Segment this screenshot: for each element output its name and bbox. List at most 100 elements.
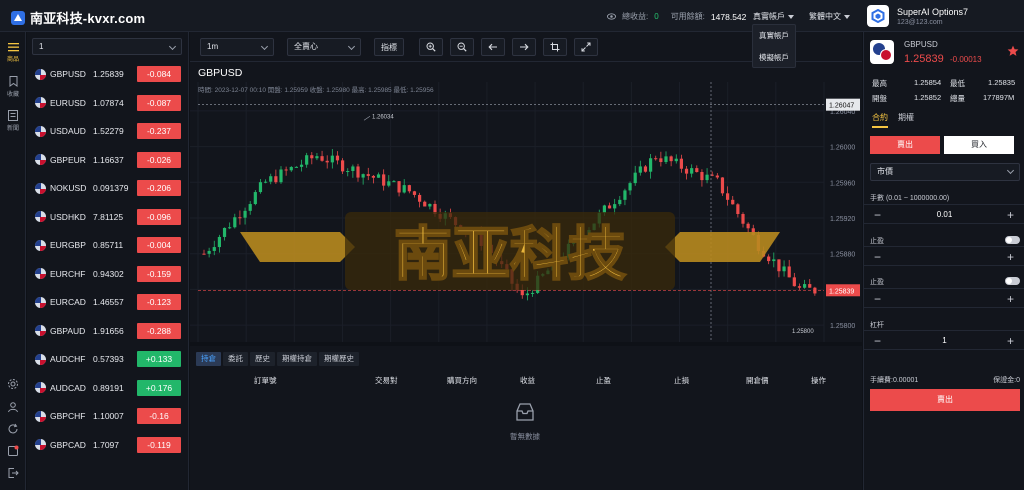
symbol-row[interactable]: EURUSD 1.07874 -0.087 bbox=[27, 91, 189, 115]
symbol-row[interactable]: USDHKD 7.81125 -0.096 bbox=[27, 205, 189, 229]
chart-mode-select[interactable]: 全賣心 bbox=[287, 38, 361, 56]
take-profit-stepper[interactable]: − + bbox=[864, 246, 1024, 266]
zoom-out-button[interactable] bbox=[450, 38, 474, 56]
chevron-down-icon bbox=[168, 42, 177, 51]
settings-icon[interactable] bbox=[7, 378, 19, 390]
symbol-row[interactable]: GBPEUR 1.16637 -0.026 bbox=[27, 148, 189, 172]
symbol-row[interactable]: EURCHF 0.94302 -0.159 bbox=[27, 262, 189, 286]
symbol-row[interactable]: GBPCAD 1.7097 -0.119 bbox=[27, 433, 189, 457]
symbol-price: 1.7097 bbox=[93, 439, 119, 450]
zoom-in-button[interactable] bbox=[419, 38, 443, 56]
symbol-row[interactable]: GBPUSD 1.25839 -0.084 bbox=[27, 62, 189, 86]
rail-item-news[interactable]: 新聞 bbox=[0, 110, 26, 132]
candle-body bbox=[654, 158, 658, 160]
y-tick-label: 1.26000 bbox=[830, 145, 855, 152]
language-menu[interactable]: 繁體中文 bbox=[809, 11, 850, 22]
candle-body bbox=[679, 158, 683, 169]
symbol-name: USDHKD bbox=[50, 211, 86, 222]
symbol-row[interactable]: AUDCHF 0.57393 +0.133 bbox=[27, 347, 189, 371]
symbol-row[interactable]: EURCAD 1.46557 -0.123 bbox=[27, 290, 189, 314]
candle-body bbox=[674, 158, 678, 162]
account-menu[interactable]: 真實帳戶 bbox=[753, 11, 794, 22]
left-rail: 商品 收藏 新聞 bbox=[0, 32, 26, 490]
tab-option-positions[interactable]: 期權持倉 bbox=[277, 352, 317, 366]
interval-select[interactable]: 1m bbox=[200, 38, 274, 56]
avatar bbox=[867, 5, 889, 27]
account-option-demo[interactable]: 模擬帳戶 bbox=[753, 47, 795, 69]
candle-body bbox=[289, 167, 293, 171]
interval-value: 1m bbox=[207, 42, 219, 51]
order-type-select[interactable]: 市價 bbox=[870, 163, 1020, 181]
indicator-button[interactable]: 指標 bbox=[374, 38, 404, 56]
plus-icon[interactable]: + bbox=[1007, 292, 1014, 306]
symbol-group-select[interactable]: 1 bbox=[32, 38, 182, 55]
candle-body bbox=[628, 183, 632, 191]
symbol-name: EURUSD bbox=[50, 97, 86, 108]
eye-icon[interactable] bbox=[607, 12, 616, 21]
symbol-name: GBPEUR bbox=[50, 154, 86, 165]
symbol-price: 0.091379 bbox=[93, 183, 129, 193]
symbol-row[interactable]: GBPCHF 1.10007 -0.16 bbox=[27, 404, 189, 428]
symbol-row[interactable]: AUDCAD 0.89191 +0.176 bbox=[27, 376, 189, 400]
plus-icon[interactable]: + bbox=[1007, 208, 1014, 222]
plus-icon[interactable]: + bbox=[1007, 250, 1014, 264]
chevron-down-icon bbox=[347, 42, 356, 51]
user-profile[interactable]: SuperAI Options7 123@123.com bbox=[867, 5, 968, 27]
trade-panel: GBPUSD 1.25839 -0.00013 最高 1.25854 最低 1.… bbox=[863, 32, 1024, 490]
rail-item-favorites[interactable]: 收藏 bbox=[0, 76, 26, 98]
candle-body bbox=[418, 194, 422, 202]
symbol-change-badge: -0.159 bbox=[137, 265, 181, 282]
logout-icon[interactable] bbox=[7, 467, 19, 479]
user-icon[interactable] bbox=[7, 401, 19, 413]
take-profit-label: 止盈 bbox=[870, 238, 884, 245]
column-header: 止損 bbox=[674, 376, 689, 385]
tab-pending[interactable]: 委託 bbox=[223, 352, 248, 366]
sell-side-button[interactable]: 賣出 bbox=[870, 136, 940, 154]
tab-option-history[interactable]: 期權歷史 bbox=[319, 352, 359, 366]
symbol-row[interactable]: USDAUD 1.52279 -0.237 bbox=[27, 119, 189, 143]
candle-body bbox=[356, 166, 360, 178]
tab-contract[interactable]: 合約 bbox=[872, 112, 888, 128]
logo[interactable]: 南亚科技-kvxr.com bbox=[10, 8, 145, 27]
stop-loss-stepper[interactable]: − + bbox=[864, 288, 1024, 308]
candle-body bbox=[264, 181, 268, 183]
candlestick-chart[interactable]: 1.260401.260001.259601.259201.258801.258… bbox=[190, 62, 862, 342]
tab-history[interactable]: 歷史 bbox=[250, 352, 275, 366]
account-option-real[interactable]: 真實帳戶 bbox=[753, 25, 795, 47]
candle-body bbox=[382, 174, 386, 186]
take-profit-toggle[interactable] bbox=[1005, 236, 1020, 244]
lots-stepper[interactable]: − 0.01 + bbox=[864, 204, 1024, 224]
candle-body bbox=[315, 156, 319, 159]
currency-flag-icon bbox=[35, 68, 46, 80]
candle-body bbox=[351, 166, 355, 171]
symbol-row[interactable]: GBPAUD 1.91656 -0.288 bbox=[27, 319, 189, 343]
rail-label: 商品 bbox=[6, 57, 19, 63]
submit-sell-button[interactable]: 賣出 bbox=[870, 389, 1020, 411]
account-menu-label: 真實帳戶 bbox=[753, 12, 785, 21]
refresh-icon[interactable] bbox=[7, 423, 19, 435]
buy-side-button[interactable]: 買入 bbox=[944, 136, 1014, 154]
symbol-change-badge: -0.096 bbox=[137, 208, 181, 225]
favorite-star-icon[interactable] bbox=[1007, 45, 1019, 57]
tab-positions[interactable]: 持倉 bbox=[196, 352, 221, 366]
crop-button[interactable] bbox=[543, 38, 567, 56]
fullscreen-button[interactable] bbox=[574, 38, 598, 56]
column-header: 止盈 bbox=[596, 376, 611, 385]
stop-loss-toggle[interactable] bbox=[1005, 277, 1020, 285]
leverage-stepper[interactable]: − 1 + bbox=[864, 330, 1024, 350]
symbol-row[interactable]: NOKUSD 0.091379 -0.206 bbox=[27, 176, 189, 200]
symbol-row[interactable]: EURGBP 0.85711 -0.004 bbox=[27, 233, 189, 257]
candle-body bbox=[787, 266, 791, 278]
rail-item-products[interactable]: 商品 bbox=[0, 42, 26, 63]
scroll-right-button[interactable] bbox=[512, 38, 536, 56]
plus-icon[interactable]: + bbox=[1007, 334, 1014, 348]
candle-body bbox=[623, 190, 627, 200]
scroll-left-button[interactable] bbox=[481, 38, 505, 56]
tab-option[interactable]: 期權 bbox=[898, 112, 914, 128]
minus-icon[interactable]: − bbox=[874, 250, 881, 264]
notification-icon[interactable] bbox=[7, 445, 19, 457]
candle-body bbox=[705, 174, 709, 181]
symbol-change-badge: -0.16 bbox=[137, 408, 181, 424]
candle-body bbox=[772, 259, 776, 262]
minus-icon[interactable]: − bbox=[874, 292, 881, 306]
